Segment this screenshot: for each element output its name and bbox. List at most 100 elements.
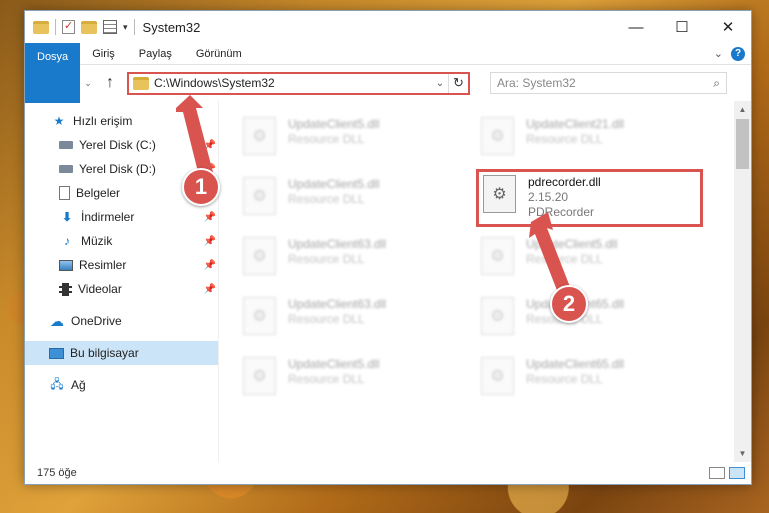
sidebar-item-label: Hızlı erişim xyxy=(73,114,133,128)
view-switcher xyxy=(709,467,751,479)
window-title: System32 xyxy=(142,19,201,35)
sidebar-item-quick-access[interactable]: ★ Hızlı erişim xyxy=(25,109,218,133)
navigation-pane: ★ Hızlı erişim Yerel Disk (C:) 📌 Yerel D… xyxy=(25,101,219,462)
cloud-icon: ☁ xyxy=(50,312,64,329)
sidebar-item-pictures[interactable]: Resimler 📌 xyxy=(25,253,218,277)
file-description: PDRecorder xyxy=(528,205,595,219)
scroll-down-icon[interactable]: ▼ xyxy=(734,445,751,462)
file-version: 2.15.20 xyxy=(528,190,569,204)
search-input[interactable]: Ara: System32 ⌕ xyxy=(490,72,727,94)
address-dropdown-icon[interactable]: ⌄ xyxy=(432,78,448,89)
close-button[interactable]: ✕ xyxy=(705,11,751,43)
sidebar-item-label: Yerel Disk (D:) xyxy=(79,162,156,176)
customize-icon[interactable] xyxy=(103,20,117,34)
file-description: Resource DLL xyxy=(526,372,603,386)
file-name: UpdateClient5.dll xyxy=(288,357,380,371)
dll-file-icon: ⚙ xyxy=(243,117,276,155)
large-icons-view-icon[interactable] xyxy=(729,467,745,479)
music-icon: ♪ xyxy=(64,234,70,248)
file-item[interactable]: ⚙ UpdateClient63.dll Resource DLL xyxy=(241,289,479,349)
folder-icon xyxy=(33,20,49,34)
file-item[interactable]: ⚙ UpdateClient63.dll Resource DLL xyxy=(241,229,479,289)
file-name: UpdateClient5.dll xyxy=(288,177,380,191)
sidebar-item-label: İndirmeler xyxy=(81,210,135,224)
vertical-scrollbar[interactable]: ▲ ▼ xyxy=(734,101,751,462)
drive-icon xyxy=(59,165,73,173)
video-icon xyxy=(59,282,72,296)
recent-locations-button[interactable]: ⌄ xyxy=(83,78,93,89)
dll-file-icon: ⚙ xyxy=(243,177,276,215)
dll-file-icon: ⚙ xyxy=(483,175,516,213)
sidebar-item-this-pc[interactable]: Bu bilgisayar xyxy=(25,341,218,365)
ribbon-right: ⌄ ? xyxy=(714,43,751,64)
sidebar-item-label: Resimler xyxy=(79,258,127,272)
refresh-icon[interactable]: ↻ xyxy=(448,73,468,93)
tab-paylas[interactable]: Paylaş xyxy=(127,43,184,64)
file-description: Resource DLL xyxy=(526,252,603,266)
file-name: UpdateClient5.dll xyxy=(288,117,380,131)
new-folder-icon[interactable] xyxy=(81,20,97,34)
up-button[interactable]: ↑ xyxy=(101,74,119,92)
dll-file-icon: ⚙ xyxy=(481,297,514,335)
star-icon: ★ xyxy=(53,114,65,128)
sidebar-item-label: Müzik xyxy=(81,234,113,248)
address-bar[interactable]: C:\Windows\System32 ⌄ ↻ xyxy=(127,71,470,95)
download-icon: ⬇ xyxy=(61,210,73,224)
pin-icon: 📌 xyxy=(203,139,216,151)
file-name: UpdateClient63.dll xyxy=(288,237,387,251)
file-name: UpdateClient21.dll xyxy=(526,117,625,131)
picture-icon xyxy=(59,259,73,271)
file-name: pdrecorder.dll xyxy=(528,175,601,189)
window-controls: — ☐ ✕ xyxy=(613,11,751,43)
help-icon[interactable]: ? xyxy=(731,46,745,61)
tab-dosya[interactable]: Dosya xyxy=(25,43,81,103)
file-item[interactable]: ⚙ UpdateClient65.dll Resource DLL xyxy=(479,289,717,349)
file-item-pdrecorder[interactable]: ⚙ pdrecorder.dll 2.15.20 PDRecorder xyxy=(476,169,703,227)
file-name: UpdateClient5.dll xyxy=(526,237,618,251)
pin-icon: 📌 xyxy=(203,211,216,223)
expand-ribbon-icon[interactable]: ⌄ xyxy=(714,47,723,60)
dll-file-icon: ⚙ xyxy=(243,297,276,335)
file-name: UpdateClient63.dll xyxy=(288,297,387,311)
file-description: Resource DLL xyxy=(288,312,365,326)
document-icon xyxy=(59,186,70,200)
file-name: UpdateClient65.dll xyxy=(526,357,625,371)
sidebar-item-music[interactable]: ♪ Müzik 📌 xyxy=(25,229,218,253)
title-bar: ▾ System32 — ☐ ✕ xyxy=(25,11,751,43)
maximize-button[interactable]: ☐ xyxy=(659,11,705,43)
ribbon-tabs: Dosya Giriş Paylaş Görünüm ⌄ ? xyxy=(25,43,751,103)
pin-icon: 📌 xyxy=(203,259,216,271)
address-path[interactable]: C:\Windows\System32 xyxy=(154,76,432,90)
file-description: Resource DLL xyxy=(288,132,365,146)
sidebar-item-network[interactable]: 🖧 Ağ xyxy=(25,373,218,397)
scroll-up-icon[interactable]: ▲ xyxy=(734,101,751,118)
sidebar-item-label: Yerel Disk (C:) xyxy=(79,138,156,152)
toolbar-dropdown-icon[interactable]: ▾ xyxy=(123,22,128,33)
sidebar-item-label: Ağ xyxy=(71,378,86,392)
scroll-thumb[interactable] xyxy=(736,119,749,169)
file-item[interactable]: ⚙ UpdateClient21.dll Resource DLL xyxy=(479,109,717,169)
title-divider xyxy=(133,19,135,35)
sidebar-item-videos[interactable]: Videolar 📌 xyxy=(25,277,218,301)
sidebar-item-downloads[interactable]: ⬇ İndirmeler 📌 xyxy=(25,205,218,229)
sidebar-item-label: Videolar xyxy=(78,282,122,296)
file-item[interactable]: ⚙ UpdateClient65.dll Resource DLL xyxy=(479,349,717,409)
toolbar-divider xyxy=(55,19,56,35)
file-item[interactable]: ⚙ UpdateClient5.dll Resource DLL xyxy=(479,229,717,289)
file-item[interactable]: ⚙ UpdateClient5.dll Resource DLL xyxy=(241,169,479,229)
search-icon[interactable]: ⌕ xyxy=(713,76,720,91)
file-list-pane: ⚙ UpdateClient5.dll Resource DLL ⚙ Updat… xyxy=(219,101,751,462)
properties-check-icon[interactable] xyxy=(62,19,75,34)
sidebar-item-onedrive[interactable]: ☁ OneDrive xyxy=(25,309,218,333)
file-description: Resource DLL xyxy=(526,132,603,146)
file-item[interactable]: ⚙ UpdateClient5.dll Resource DLL xyxy=(241,349,479,409)
sidebar-item-local-disk-c[interactable]: Yerel Disk (C:) 📌 xyxy=(25,133,218,157)
tab-gorunum[interactable]: Görünüm xyxy=(184,43,254,64)
file-item[interactable]: ⚙ UpdateClient5.dll Resource DLL xyxy=(241,109,479,169)
sidebar-item-label: Belgeler xyxy=(76,186,121,200)
minimize-button[interactable]: — xyxy=(613,11,659,43)
sidebar-item-label: Bu bilgisayar xyxy=(70,346,139,360)
dll-file-icon: ⚙ xyxy=(243,357,276,395)
details-view-icon[interactable] xyxy=(709,467,725,479)
tab-giris[interactable]: Giriş xyxy=(80,43,127,64)
